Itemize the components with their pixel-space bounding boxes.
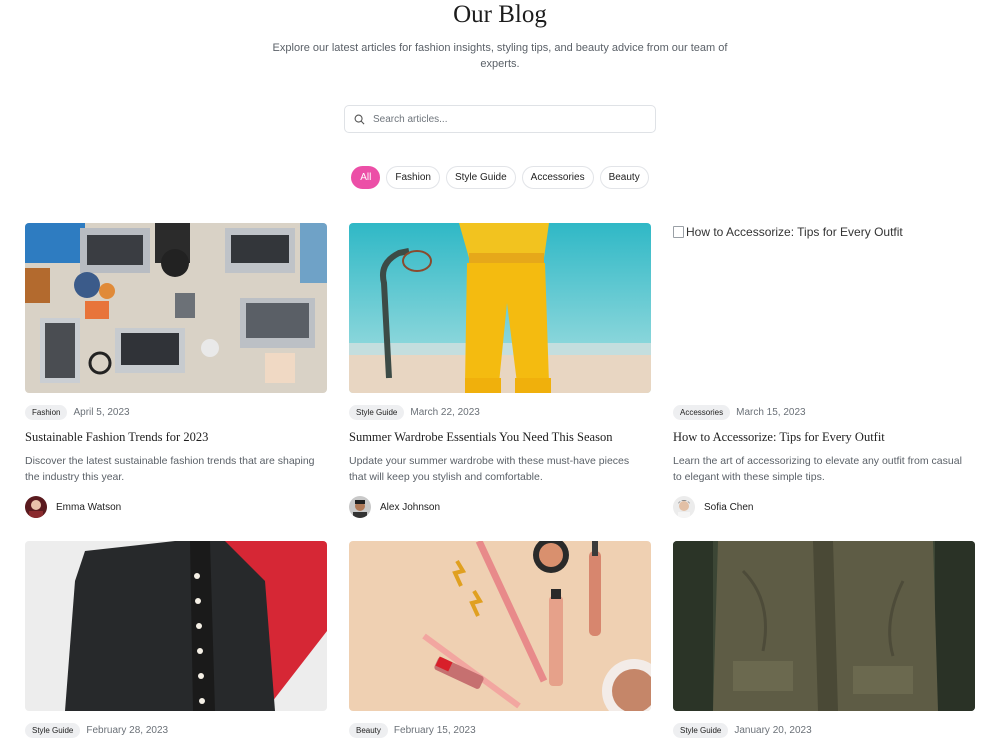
filter-beauty[interactable]: Beauty [599, 166, 649, 189]
category-badge[interactable]: Style Guide [673, 723, 729, 738]
avatar [349, 496, 371, 518]
broken-image-icon [673, 226, 684, 238]
post-author: Sofia Chen [673, 496, 975, 518]
blog-card[interactable]: Style Guide March 22, 2023 Summer Wardro… [349, 223, 651, 518]
post-excerpt: Update your summer wardrobe with these m… [349, 455, 630, 483]
post-date: March 22, 2023 [410, 407, 480, 418]
post-title[interactable]: How to Accessorize: Tips for Every Outfi… [673, 430, 975, 445]
author-name: Emma Watson [56, 501, 122, 513]
black-ruffle-jacket-photo [25, 541, 327, 711]
filter-fashion[interactable]: Fashion [386, 166, 440, 189]
yellow-tracksuit-photo [349, 223, 651, 393]
blog-card[interactable]: Style Guide January 20, 2023 [673, 541, 975, 738]
search-box[interactable] [344, 105, 656, 133]
olive-jacket-photo [673, 541, 975, 711]
search-input[interactable] [373, 113, 643, 125]
desk-laptops-photo [25, 223, 327, 393]
page-intro: Explore our latest articles for fashion … [272, 42, 728, 70]
post-date: February 28, 2023 [86, 725, 169, 736]
blog-card[interactable]: Beauty February 15, 2023 [349, 541, 651, 738]
post-image[interactable] [349, 541, 651, 711]
post-date: April 5, 2023 [73, 407, 130, 418]
makeup-flatlay-photo [349, 541, 651, 711]
post-title[interactable]: Summer Wardrobe Essentials You Need This… [349, 430, 651, 445]
post-date: January 20, 2023 [734, 725, 812, 736]
category-badge[interactable]: Style Guide [349, 405, 405, 420]
blog-card[interactable]: How to Accessorize: Tips for Every Outfi… [673, 223, 975, 518]
post-image[interactable]: How to Accessorize: Tips for Every Outfi… [673, 223, 975, 393]
filter-style-guide[interactable]: Style Guide [445, 166, 516, 189]
avatar [25, 496, 47, 518]
blog-card[interactable]: Style Guide February 28, 2023 [25, 541, 327, 738]
post-author: Emma Watson [25, 496, 327, 518]
post-image[interactable] [673, 541, 975, 711]
category-badge[interactable]: Accessories [673, 405, 731, 420]
avatar [673, 496, 695, 518]
post-author: Alex Johnson [349, 496, 651, 518]
category-filters: All Fashion Style Guide Accessories Beau… [0, 166, 1000, 189]
post-excerpt: Learn the art of accessorizing to elevat… [673, 455, 962, 483]
post-excerpt: Discover the latest sustainable fashion … [25, 455, 315, 483]
post-date: March 15, 2023 [736, 407, 806, 418]
post-title[interactable]: Sustainable Fashion Trends for 2023 [25, 430, 327, 445]
filter-all[interactable]: All [351, 166, 381, 189]
filter-accessories[interactable]: Accessories [521, 166, 594, 189]
category-badge[interactable]: Beauty [349, 723, 388, 738]
category-badge[interactable]: Style Guide [25, 723, 81, 738]
author-name: Alex Johnson [380, 501, 441, 513]
page-title: Our Blog [453, 1, 547, 28]
post-image[interactable] [349, 223, 651, 393]
category-badge[interactable]: Fashion [25, 405, 68, 420]
post-image[interactable] [25, 541, 327, 711]
blog-card[interactable]: Fashion April 5, 2023 Sustainable Fashio… [25, 223, 327, 518]
search-icon [354, 114, 365, 124]
image-alt-text: How to Accessorize: Tips for Every Outfi… [686, 225, 903, 239]
post-date: February 15, 2023 [393, 725, 476, 736]
author-name: Sofia Chen [704, 501, 754, 513]
post-image[interactable] [25, 223, 327, 393]
